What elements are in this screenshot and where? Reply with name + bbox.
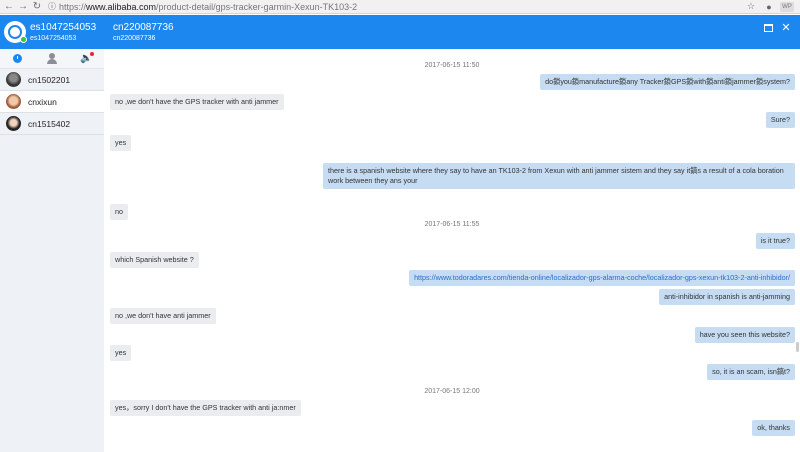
address-bar[interactable]: ⓘ https://www.alibaba.com/product-detail… [48, 1, 740, 13]
user-header: es1047254053 es1047254053 [0, 15, 104, 49]
message-incoming: yes [110, 135, 132, 151]
message-outgoing: so, it is an scam, isn鎬t? [707, 364, 795, 380]
reload-icon[interactable]: ↻ [30, 0, 44, 14]
message-outgoing: Sure? [765, 112, 795, 128]
contact-item[interactable]: cn1515402 [0, 113, 104, 135]
message-outgoing: is it true? [755, 233, 795, 249]
extension-icon[interactable]: ● [762, 1, 776, 13]
contact-avatar [6, 72, 21, 87]
message-outgoing: ok, thanks [752, 420, 795, 436]
tab-notifications[interactable]: 🔈 [77, 50, 97, 68]
message-incoming: no ,we don't have the GPS tracker with a… [110, 94, 284, 110]
url-prefix: https:// [59, 1, 87, 12]
contacts-panel: es1047254053 es1047254053 🔈 cn1502201 cn… [0, 15, 104, 452]
tab-contacts[interactable] [42, 50, 62, 68]
message-incoming: which Spanish website ? [110, 252, 199, 268]
tab-recent[interactable] [7, 50, 27, 68]
message-incoming: yes，sorry I don't have the GPS tracker w… [110, 400, 301, 416]
contact-item[interactable]: cn1502201 [0, 69, 104, 91]
timestamp: 2017-06-15 11:50 [424, 62, 480, 69]
scrollbar[interactable] [796, 342, 799, 352]
restore-window-icon[interactable] [762, 22, 774, 34]
contact-item[interactable]: cnxixun [0, 91, 104, 113]
timestamp: 2017-06-15 11:55 [424, 221, 480, 228]
chat-subtitle: cn220087736 [113, 34, 156, 42]
message-incoming: yes [110, 345, 132, 361]
online-status-icon [20, 36, 27, 43]
contact-name: cnxixun [28, 96, 57, 107]
message-incoming: no ,we don't have anti jammer [110, 308, 216, 324]
chat-title: cn220087736 [113, 21, 174, 33]
message-outgoing: there is a spanish website where they sa… [323, 163, 795, 189]
timestamp: 2017-06-15 12:00 [424, 388, 480, 395]
message-list[interactable]: 2017-06-15 11:50 do鎖you鎖manufacture鎖any … [104, 49, 800, 452]
back-arrow-icon[interactable]: ← [2, 0, 16, 14]
message-outgoing: have you seen this website? [694, 327, 795, 343]
chat-header: cn220087736 cn220087736 ✕ [104, 15, 800, 49]
contact-avatar [6, 116, 21, 131]
info-icon[interactable]: ⓘ [48, 1, 56, 12]
unread-dot-icon [89, 51, 94, 56]
message-outgoing: do鎖you鎖manufacture鎖any Tracker鎖GPS鎖with鎖… [540, 74, 795, 90]
bookmark-star-icon[interactable]: ☆ [744, 1, 758, 13]
contact-name: cn1515402 [28, 118, 71, 129]
user-avatar[interactable] [4, 21, 27, 43]
clock-icon [12, 54, 22, 63]
panel-tabs: 🔈 [0, 49, 104, 69]
contact-name: cn1502201 [28, 74, 71, 85]
extension-badge[interactable]: WP [780, 1, 794, 12]
browser-toolbar: ← → ↻ ⓘ https://www.alibaba.com/product-… [0, 0, 800, 14]
url-path: /product-detail/gps-tracker-garmin-Xexun… [156, 1, 358, 12]
message-incoming: no [110, 204, 128, 220]
url-host: www.alibaba.com [86, 1, 157, 12]
close-icon[interactable]: ✕ [780, 22, 792, 34]
user-id: es1047254053 [30, 34, 77, 42]
person-icon [48, 52, 55, 59]
contact-avatar [6, 94, 21, 109]
forward-arrow-icon[interactable]: → [16, 0, 30, 14]
message-outgoing: anti-inhibidor in spanish is anti-jammin… [659, 289, 795, 305]
message-link[interactable]: https://www.todoradares.com/tienda-onlin… [409, 270, 795, 286]
user-name: es1047254053 [30, 21, 97, 33]
